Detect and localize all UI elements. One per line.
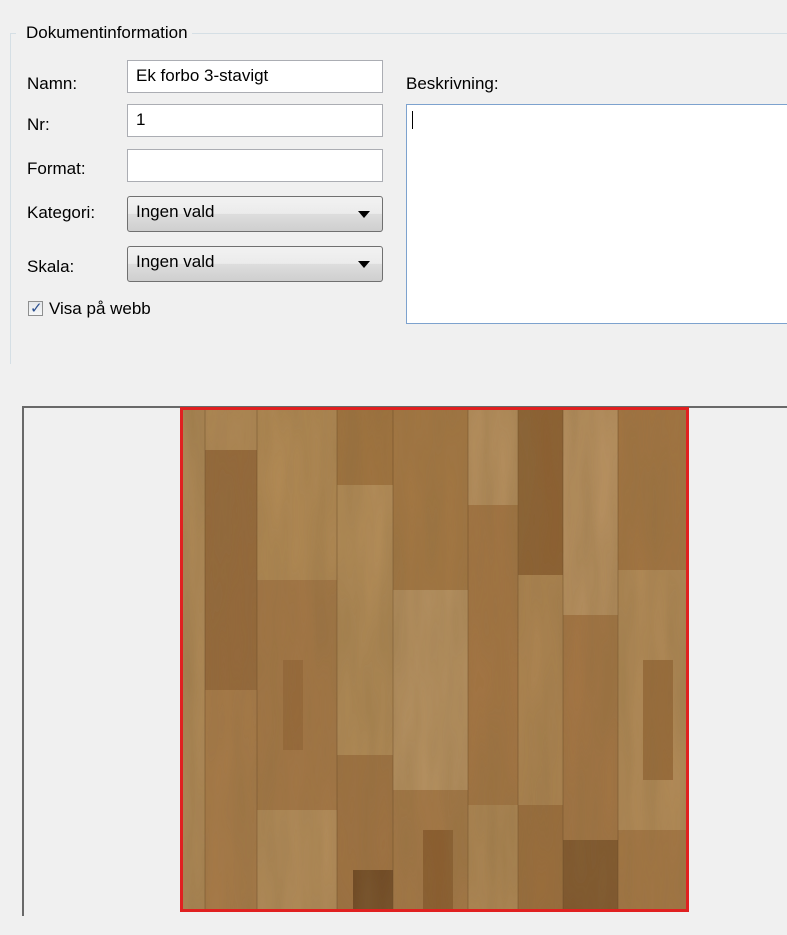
description-label: Beskrivning: [406,74,499,93]
chevron-down-icon [358,261,370,268]
show-on-web-label[interactable]: Visa på webb [49,298,151,320]
checkmark-icon: ✓ [30,299,43,317]
format-label: Format: [27,159,86,178]
scale-label: Skala: [27,257,75,276]
groupbox-title: Dokumentinformation [16,22,192,44]
nr-field[interactable]: 1 [127,104,383,137]
name-field[interactable]: Ek forbo 3-stavigt [127,60,383,93]
text-caret [412,111,413,129]
category-dropdown[interactable]: Ingen vald [127,196,383,232]
name-label: Namn: [27,74,78,93]
description-field[interactable] [406,104,787,324]
nr-label: Nr: [27,115,50,134]
chevron-down-icon [358,211,370,218]
format-field[interactable] [127,149,383,182]
wood-texture-image [180,407,689,912]
document-info-dialog: Dokumentinformation Namn: Ek forbo 3-sta… [0,0,787,935]
scale-dropdown[interactable]: Ingen vald [127,246,383,282]
category-label: Kategori: [27,203,96,222]
scale-dropdown-value: Ingen vald [136,252,215,271]
category-dropdown-value: Ingen vald [136,202,215,221]
show-on-web-checkbox[interactable]: ✓ [28,299,43,317]
